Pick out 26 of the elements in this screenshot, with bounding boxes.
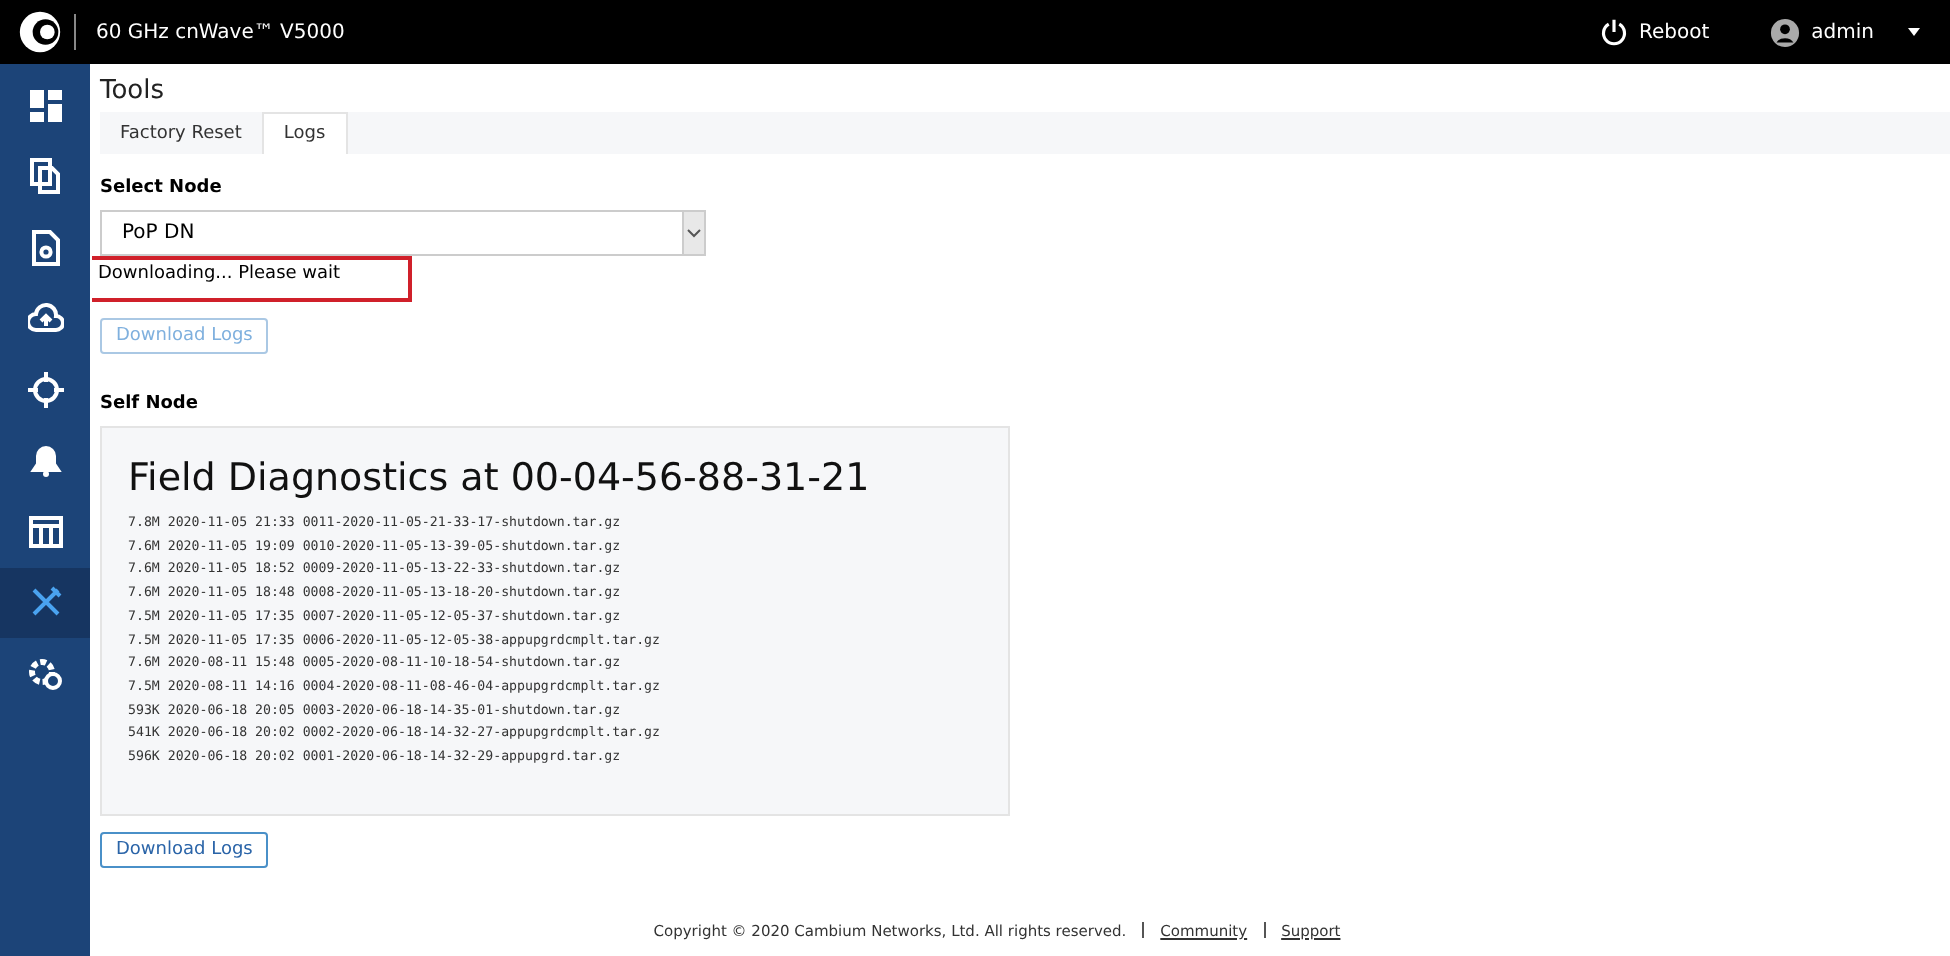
node-select[interactable]: PoP DN xyxy=(100,210,706,256)
user-menu[interactable]: admin xyxy=(1769,17,1922,47)
tab[interactable]: Logs xyxy=(261,112,348,154)
copy-icon xyxy=(27,158,63,195)
table-icon xyxy=(27,513,63,550)
power-icon xyxy=(1599,18,1627,46)
product-title: 60 GHz cnWave™ V5000 xyxy=(96,21,345,43)
user-icon xyxy=(1769,17,1800,47)
tab[interactable]: Factory Reset xyxy=(100,112,262,154)
file-icon xyxy=(27,229,63,266)
diagnostics-title: Field Diagnostics at 00-04-56-88-31-21 xyxy=(128,456,872,500)
status-message: Downloading... Please wait xyxy=(92,256,412,302)
page-title: Tools xyxy=(100,76,167,106)
chevron-down-icon xyxy=(686,227,702,239)
caret-icon xyxy=(1906,26,1922,38)
self-node-label: Self Node xyxy=(100,394,200,414)
sidebar-tools-item[interactable] xyxy=(0,567,90,638)
cloud-icon xyxy=(27,300,63,337)
tools-icon xyxy=(27,584,63,621)
dashboard-icon xyxy=(27,87,63,124)
bell-icon xyxy=(27,442,63,479)
reboot-button[interactable]: Reboot xyxy=(1599,18,1710,46)
select-node-label: Select Node xyxy=(100,178,224,198)
target-icon xyxy=(27,371,63,408)
logo-icon xyxy=(18,10,62,54)
download-logs-button[interactable]: Download Logs xyxy=(100,832,269,868)
